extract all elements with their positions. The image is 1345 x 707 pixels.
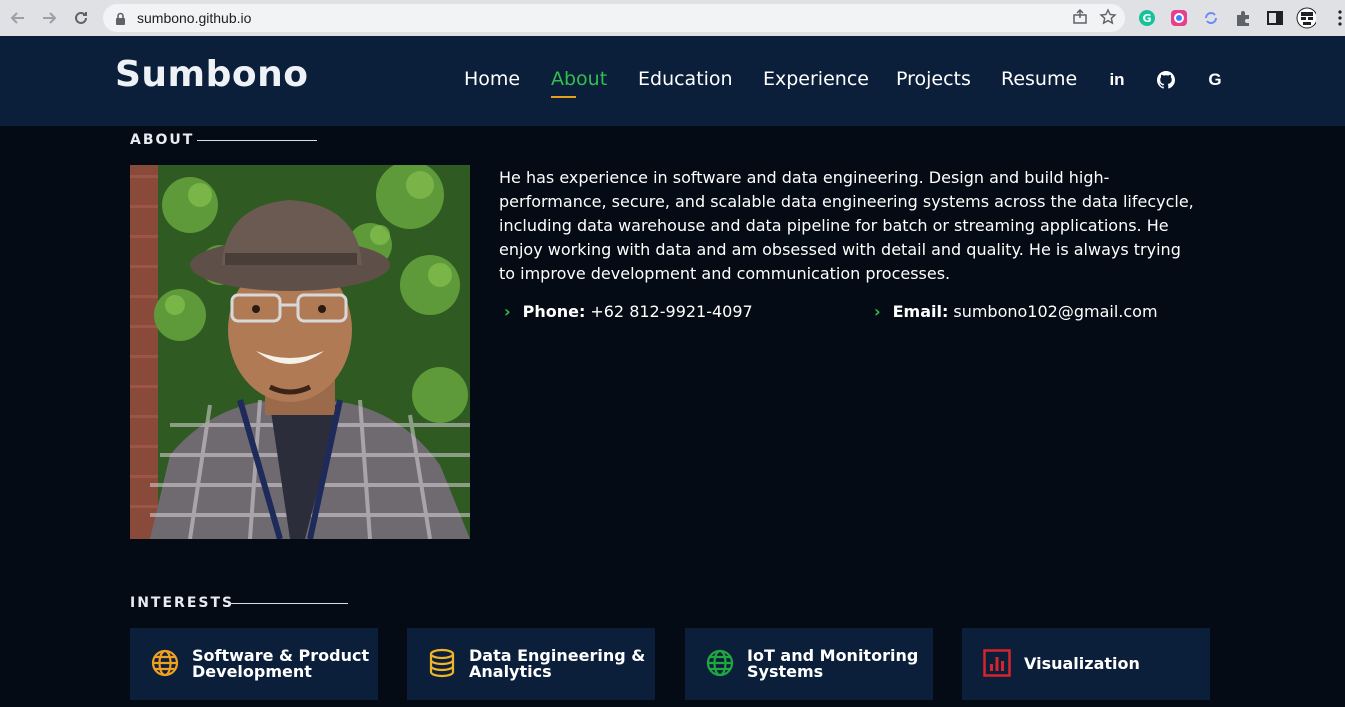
interest-label: Visualization (1024, 654, 1140, 673)
email-value[interactable]: sumbono102@gmail.com (953, 302, 1157, 321)
site-logo[interactable]: Sumbono (115, 54, 308, 95)
nav-resume[interactable]: Resume (1001, 68, 1077, 90)
profile-photo (130, 165, 470, 539)
url-text: sumbono.github.io (137, 10, 252, 26)
site-header: Sumbono Home About Education Experience … (0, 36, 1345, 126)
about-bio: He has experience in software and data e… (499, 168, 1194, 283)
chevron-right-icon: › (874, 302, 881, 321)
phone-value: +62 812-9921-4097 (590, 302, 753, 321)
contact-email: › Email: sumbono102@gmail.com (874, 302, 1158, 321)
address-bar[interactable]: sumbono.github.io (103, 4, 1125, 32)
globe-icon (705, 648, 735, 678)
reload-icon[interactable] (69, 6, 93, 30)
active-nav-underline (551, 96, 576, 98)
extensions-puzzle-icon[interactable] (1233, 8, 1253, 28)
github-icon[interactable] (1156, 70, 1176, 90)
interest-card-software[interactable]: Software & Product Development (130, 628, 378, 700)
interest-label: IoT and Monitoring Systems (747, 646, 919, 681)
color-picker-icon[interactable] (1169, 8, 1189, 28)
side-panel-icon[interactable] (1265, 8, 1285, 28)
email-label: Email: (892, 302, 949, 321)
browser-toolbar: sumbono.github.io G (0, 0, 1345, 36)
nav-projects[interactable]: Projects (896, 68, 971, 90)
interest-card-visualization[interactable]: Visualization (962, 628, 1210, 700)
bookmark-star-icon[interactable] (1099, 8, 1117, 30)
nav-education[interactable]: Education (638, 68, 733, 90)
globe-icon (150, 648, 180, 678)
interest-card-data-engineering[interactable]: Data Engineering & Analytics (407, 628, 655, 700)
browser-menu-icon[interactable] (1330, 8, 1345, 28)
interests-section-title: INTERESTS (130, 595, 235, 611)
interest-label: Software & Product Development (192, 646, 370, 681)
svg-text:G: G (1142, 12, 1151, 25)
about-section-title: ABOUT (130, 132, 195, 148)
about-title-divider (197, 140, 317, 141)
interest-label: Data Engineering & Analytics (469, 646, 646, 681)
sync-extension-icon[interactable] (1201, 8, 1221, 28)
forward-icon[interactable] (37, 6, 61, 30)
nav-home[interactable]: Home (464, 68, 520, 90)
database-icon (427, 648, 457, 678)
phone-label: Phone: (522, 302, 586, 321)
lock-icon (115, 11, 126, 30)
google-icon[interactable]: G (1205, 70, 1225, 90)
profile-avatar-icon[interactable] (1296, 7, 1316, 29)
back-icon[interactable] (6, 6, 30, 30)
linkedin-icon[interactable]: in (1107, 70, 1127, 90)
interests-title-divider (228, 603, 348, 604)
interest-card-iot[interactable]: IoT and Monitoring Systems (685, 628, 933, 700)
share-icon[interactable] (1071, 8, 1089, 30)
chevron-right-icon: › (504, 302, 511, 321)
nav-experience[interactable]: Experience (763, 68, 869, 90)
grammarly-icon[interactable]: G (1137, 8, 1157, 28)
nav-about[interactable]: About (551, 68, 607, 90)
contact-phone: › Phone: +62 812-9921-4097 (504, 302, 753, 321)
bar-chart-icon (982, 648, 1012, 678)
